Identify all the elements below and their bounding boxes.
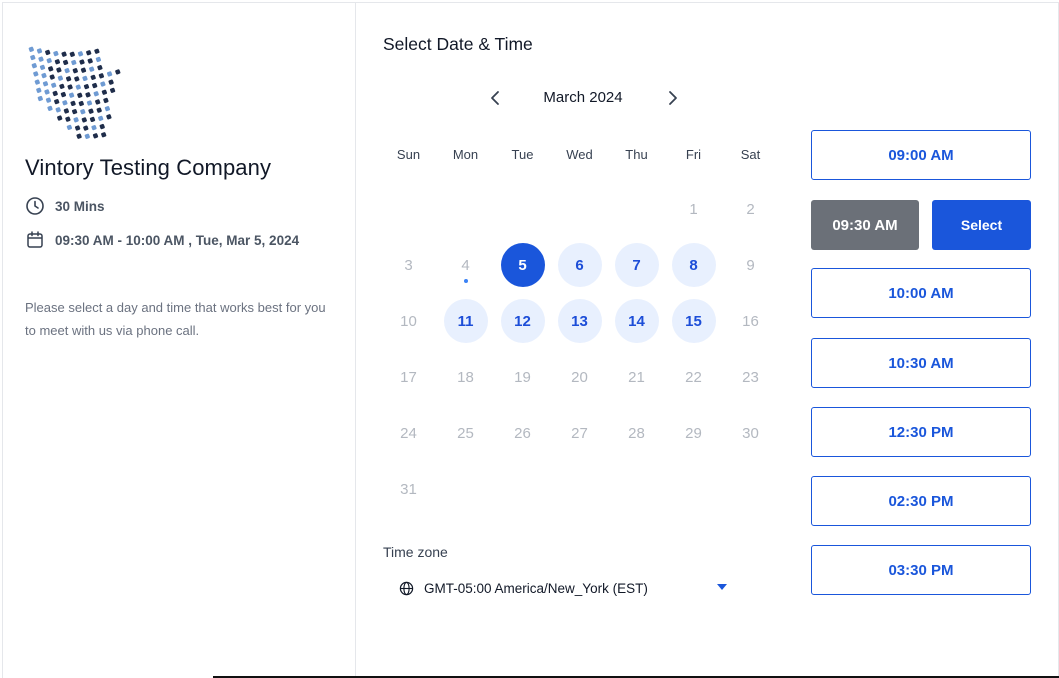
timezone-select[interactable]: GMT-05:00 America/New_York (EST)	[399, 575, 731, 601]
calendar-day: 4	[444, 243, 488, 287]
select-button[interactable]: Select	[932, 200, 1031, 250]
calendar-day: 29	[685, 424, 702, 442]
page-title: Select Date & Time	[383, 34, 533, 54]
calendar-day[interactable]: 11	[443, 299, 488, 343]
calendar-day-selected[interactable]: 5	[500, 243, 545, 287]
calendar-day[interactable]: 15	[671, 299, 716, 343]
month-label: March 2024	[543, 89, 623, 106]
calendar-icon	[27, 231, 43, 248]
weekday-header: Tue	[511, 147, 534, 162]
calendar-day: 20	[571, 368, 588, 386]
calendar-day: 27	[571, 424, 588, 442]
weekday-header: Sat	[740, 147, 761, 162]
time-slot[interactable]: 10:00 AM	[811, 268, 1031, 318]
clock-icon	[26, 197, 44, 215]
calendar-day: 23	[742, 368, 759, 386]
timezone-label: Time zone	[383, 544, 448, 560]
time-slot[interactable]: 02:30 PM	[811, 476, 1031, 526]
time-slot[interactable]: 10:30 AM	[811, 338, 1031, 388]
calendar-day: 22	[685, 368, 702, 386]
calendar-day: 10	[400, 312, 417, 330]
calendar-day: 2	[746, 200, 755, 218]
calendar-day[interactable]: 7	[614, 243, 659, 287]
month-navigation: March 2024	[483, 85, 683, 111]
company-logo	[28, 46, 121, 139]
globe-icon	[399, 581, 414, 595]
time-slot[interactable]: 03:30 PM	[811, 545, 1031, 595]
calendar-day[interactable]: 6	[557, 243, 602, 287]
calendar-day: 24	[400, 424, 417, 442]
next-month-button[interactable]	[659, 85, 685, 111]
timezone-value: GMT-05:00 America/New_York (EST)	[424, 580, 648, 596]
calendar-day: 19	[514, 368, 531, 386]
calendar-day: 17	[400, 368, 417, 386]
weekday-header: Wed	[566, 147, 593, 162]
weekday-header: Mon	[452, 147, 479, 162]
event-datetime: 09:30 AM - 10:00 AM , Tue, Mar 5, 2024	[25, 230, 299, 250]
calendar-day: 3	[404, 256, 413, 274]
weekday-header: Thu	[625, 147, 648, 162]
calendar-day[interactable]: 14	[614, 299, 659, 343]
calendar-day: 26	[514, 424, 531, 442]
calendar-day: 18	[457, 368, 474, 386]
duration-text: 30 Mins	[55, 198, 105, 214]
event-description: Please select a day and time that works …	[25, 300, 326, 338]
weekday-header: Fri	[685, 147, 702, 162]
calendar-day: 28	[628, 424, 645, 442]
booking-widget: Vintory Testing Company 30 Mins 09:30 AM…	[2, 2, 1059, 678]
calendar-day: 30	[742, 424, 759, 442]
caret-down-icon	[717, 584, 727, 590]
calendar-day: 16	[742, 312, 759, 330]
calendar-day[interactable]: 13	[557, 299, 602, 343]
calendar-day: 31	[400, 480, 417, 498]
calendar-day: 9	[746, 256, 755, 274]
chevron-right-icon	[669, 91, 677, 105]
calendar-day: 21	[628, 368, 645, 386]
calendar-day: 1	[689, 200, 698, 218]
event-info-panel: Vintory Testing Company 30 Mins 09:30 AM…	[3, 3, 356, 678]
today-indicator	[463, 279, 468, 283]
weekday-header: Sun	[396, 147, 421, 162]
time-slot[interactable]: 12:30 PM	[811, 407, 1031, 457]
calendar-day[interactable]: 8	[671, 243, 716, 287]
time-slot[interactable]: 09:00 AM	[811, 130, 1031, 180]
calendar-day: 25	[457, 424, 474, 442]
calendar-day[interactable]: 12	[500, 299, 545, 343]
event-duration: 30 Mins	[25, 196, 105, 216]
datetime-text: 09:30 AM - 10:00 AM , Tue, Mar 5, 2024	[55, 232, 300, 248]
company-name: Vintory Testing Company	[25, 155, 272, 180]
time-slot-selected[interactable]: 09:30 AM	[811, 200, 919, 250]
